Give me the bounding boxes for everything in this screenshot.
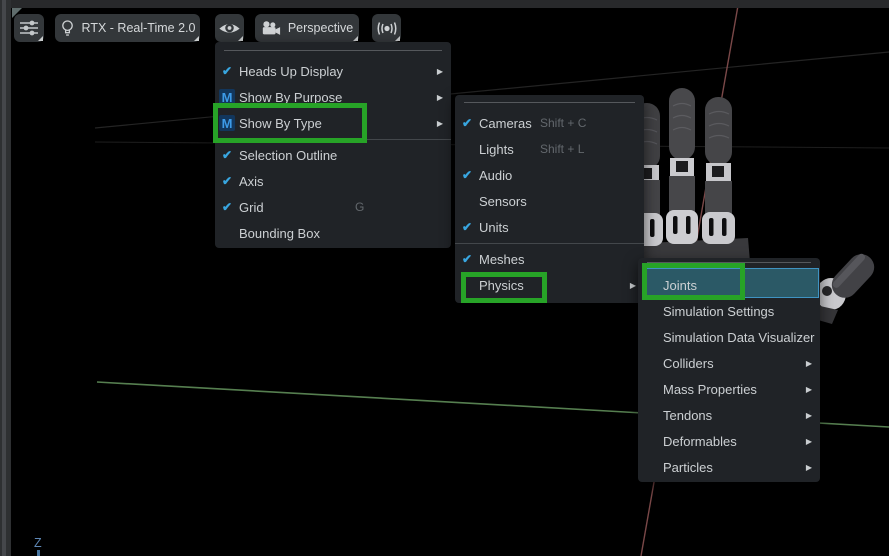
submenu-arrow-icon: ▶ bbox=[805, 410, 812, 420]
submenu-arrow-icon: ▶ bbox=[805, 436, 812, 446]
menu-item-simulation-data-visualizer[interactable]: Simulation Data Visualizer bbox=[638, 324, 820, 350]
check-icon: ✔ bbox=[221, 200, 233, 214]
hand-finger bbox=[666, 88, 698, 244]
visibility-button[interactable] bbox=[215, 14, 244, 42]
lightbulb-icon bbox=[61, 20, 73, 36]
submenu-arrow-icon: ▶ bbox=[629, 280, 636, 290]
menu-item-sensors[interactable]: Sensors bbox=[455, 188, 644, 214]
viewport-left-strip bbox=[0, 0, 11, 556]
menu-item-simulation-settings[interactable]: Simulation Settings bbox=[638, 298, 820, 324]
hand-finger bbox=[702, 97, 735, 244]
visibility-menu: ✔ Heads Up Display ▶ M Show By Purpose ▶… bbox=[215, 42, 451, 248]
menu-item-deformables[interactable]: Deformables ▶ bbox=[638, 428, 820, 454]
window-top-edge bbox=[0, 0, 889, 8]
viewport-settings-button[interactable] bbox=[14, 14, 44, 42]
hand-thumb bbox=[816, 253, 875, 324]
check-icon: ✔ bbox=[461, 252, 473, 266]
menu-item-axis[interactable]: ✔ Axis bbox=[215, 168, 451, 194]
check-icon: ✔ bbox=[221, 64, 233, 78]
menu-item-colliders[interactable]: Colliders ▶ bbox=[638, 350, 820, 376]
submenu-arrow-icon: ▶ bbox=[436, 66, 443, 76]
menu-item-cameras[interactable]: ✔ Cameras Shift + C bbox=[455, 110, 644, 136]
submenu-arrow-icon: ▶ bbox=[805, 384, 812, 394]
menu-item-lights[interactable]: Lights Shift + L bbox=[455, 136, 644, 162]
camera-label: Perspective bbox=[287, 21, 354, 35]
camera-button[interactable]: Perspective bbox=[255, 14, 359, 42]
axis-z-line bbox=[37, 550, 40, 556]
menu-item-bounding-box[interactable]: Bounding Box bbox=[215, 220, 451, 246]
submenu-arrow-icon: ▶ bbox=[436, 118, 443, 128]
menu-drag-handle[interactable] bbox=[464, 102, 635, 103]
signal-icon bbox=[377, 21, 396, 35]
check-icon: ✔ bbox=[221, 148, 233, 162]
sliders-icon bbox=[20, 20, 38, 36]
menu-item-meshes[interactable]: ✔ Meshes bbox=[455, 246, 644, 272]
menu-item-heads-up-display[interactable]: ✔ Heads Up Display ▶ bbox=[215, 58, 451, 84]
shortcut-label: G bbox=[355, 200, 365, 214]
menu-drag-handle[interactable] bbox=[224, 50, 442, 51]
shortcut-label: Shift + C bbox=[540, 116, 587, 130]
annotation-box-show-by-type bbox=[213, 103, 367, 143]
check-icon: ✔ bbox=[461, 220, 473, 234]
annotation-box-physics bbox=[461, 272, 547, 303]
submenu-arrow-icon: ▶ bbox=[805, 358, 812, 368]
menu-item-audio[interactable]: ✔ Audio bbox=[455, 162, 644, 188]
eye-icon bbox=[219, 23, 240, 33]
menu-separator bbox=[455, 243, 644, 244]
video-camera-icon bbox=[262, 21, 280, 35]
check-icon: ✔ bbox=[221, 174, 233, 188]
menu-item-tendons[interactable]: Tendons ▶ bbox=[638, 402, 820, 428]
check-icon: ✔ bbox=[461, 116, 473, 130]
submenu-arrow-icon: ▶ bbox=[805, 462, 812, 472]
menu-item-mass-properties[interactable]: Mass Properties ▶ bbox=[638, 376, 820, 402]
check-icon: ✔ bbox=[461, 168, 473, 182]
menu-item-selection-outline[interactable]: ✔ Selection Outline bbox=[215, 142, 451, 168]
shortcut-label: Shift + L bbox=[540, 142, 585, 156]
submenu-arrow-icon: ▶ bbox=[436, 92, 443, 102]
axis-z-label: Z bbox=[34, 536, 42, 550]
render-engine-button[interactable]: RTX - Real-Time 2.0 bbox=[55, 14, 200, 42]
annotation-box-joints bbox=[642, 263, 745, 300]
menu-item-particles[interactable]: Particles ▶ bbox=[638, 454, 820, 480]
menu-item-grid[interactable]: ✔ Grid G bbox=[215, 194, 451, 220]
viewport-left-strip-highlight bbox=[2, 0, 6, 556]
render-settings-button[interactable] bbox=[372, 14, 401, 42]
menu-item-units[interactable]: ✔ Units bbox=[455, 214, 644, 240]
render-engine-label: RTX - Real-Time 2.0 bbox=[81, 21, 196, 35]
